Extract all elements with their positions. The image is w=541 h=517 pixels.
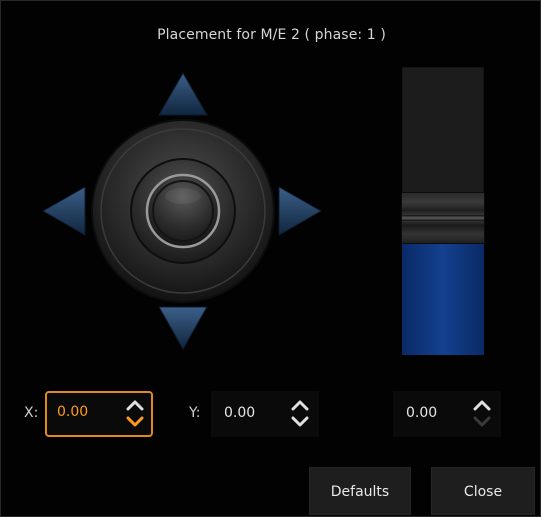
- placement-dialog: Placement for M/E 2 ( phase: 1 ) X: 0.00…: [0, 0, 541, 517]
- defaults-button[interactable]: Defaults: [309, 467, 411, 515]
- dialog-title: Placement for M/E 2 ( phase: 1 ): [157, 27, 386, 43]
- joystick-left-arrow[interactable]: [41, 186, 86, 236]
- x-value[interactable]: 0.00: [57, 404, 88, 420]
- joystick-down-arrow[interactable]: [158, 306, 208, 351]
- x-label: X:: [24, 405, 39, 421]
- y-spinbox[interactable]: 0.00: [211, 391, 319, 437]
- slider-fill: [402, 237, 484, 355]
- joystick-right-arrow[interactable]: [278, 186, 323, 236]
- chevron-up-icon[interactable]: [126, 400, 144, 411]
- x-spinbox[interactable]: 0.00: [45, 391, 153, 437]
- z-spin-arrows[interactable]: [470, 397, 494, 431]
- triangle-left-icon: [41, 186, 86, 236]
- y-label: Y:: [189, 405, 201, 421]
- joystick-knob[interactable]: [145, 173, 221, 249]
- y-spin-arrows[interactable]: [288, 397, 312, 431]
- chevron-down-icon[interactable]: [126, 416, 144, 427]
- close-button[interactable]: Close: [431, 467, 535, 515]
- joystick-up-arrow[interactable]: [158, 71, 208, 116]
- z-spinbox[interactable]: 0.00: [393, 391, 501, 437]
- x-spin-arrows[interactable]: [123, 397, 147, 431]
- chevron-down-icon: [473, 416, 491, 427]
- chevron-up-icon[interactable]: [291, 400, 309, 411]
- slider-handle[interactable]: [402, 193, 484, 243]
- position-joystick[interactable]: [41, 71, 326, 356]
- z-value[interactable]: 0.00: [406, 405, 437, 421]
- triangle-down-icon: [158, 306, 208, 351]
- chevron-up-icon[interactable]: [473, 400, 491, 411]
- y-value[interactable]: 0.00: [224, 405, 255, 421]
- triangle-right-icon: [278, 186, 323, 236]
- chevron-down-icon[interactable]: [291, 416, 309, 427]
- triangle-up-icon: [158, 71, 208, 116]
- z-slider[interactable]: [402, 67, 484, 355]
